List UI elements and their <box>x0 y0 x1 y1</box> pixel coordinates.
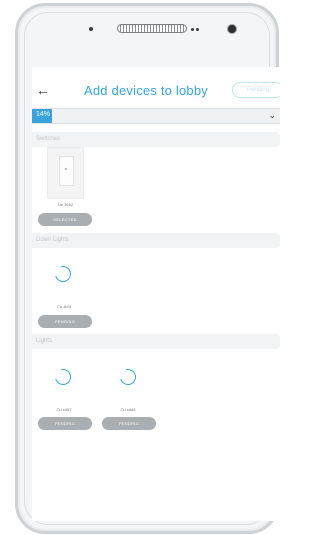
light-switch-device-image[interactable] <box>48 148 83 198</box>
section-label: Lights <box>36 338 53 344</box>
device-name: Ue 3652 <box>57 202 74 207</box>
section-label: Down Lights <box>36 237 70 243</box>
speaker-grille <box>117 24 187 33</box>
section-header-down-lights: Down Lights <box>32 233 280 248</box>
app-screen: ← Add devices to lobby Pending 14% ⌄ Swi… <box>32 67 280 521</box>
page-title: Add devices to lobby <box>84 83 208 98</box>
device-name: Cu cd57 <box>56 407 72 412</box>
section-header-switches: Switches <box>32 132 280 147</box>
loading-spinner-icon <box>52 366 74 388</box>
loading-spinner-icon <box>117 366 139 388</box>
switch-plate <box>59 156 74 186</box>
switch-led <box>65 168 67 170</box>
progress-percent: 14% <box>36 111 51 118</box>
front-camera-icon <box>228 25 236 33</box>
status-badge-pending[interactable]: PENDING <box>38 315 92 328</box>
sensor-dot-right-1 <box>191 28 194 31</box>
progress-dropdown[interactable]: 14% ⌄ <box>32 108 280 124</box>
loading-spinner-icon <box>52 263 74 285</box>
device-name: Cu 4b0t <box>56 304 71 309</box>
status-badge-pending[interactable]: PENDING <box>38 417 92 430</box>
section-label: Switches <box>36 136 61 142</box>
pending-button[interactable]: Pending <box>232 82 280 98</box>
sensor-dot-left <box>89 27 93 31</box>
status-badge-pending[interactable]: PENDING <box>102 417 156 430</box>
device-name: Cu cdd8 <box>120 407 136 412</box>
section-header-lights: Lights <box>32 334 280 349</box>
status-badge-selected[interactable]: SELECTED <box>38 213 92 226</box>
arrow-left-icon[interactable]: ← <box>36 83 50 97</box>
sensor-dot-right-2 <box>196 28 199 31</box>
app-screenshot: ← Add devices to lobby Pending 14% ⌄ Swi… <box>0 0 281 535</box>
chevron-down-icon[interactable]: ⌄ <box>268 110 276 121</box>
